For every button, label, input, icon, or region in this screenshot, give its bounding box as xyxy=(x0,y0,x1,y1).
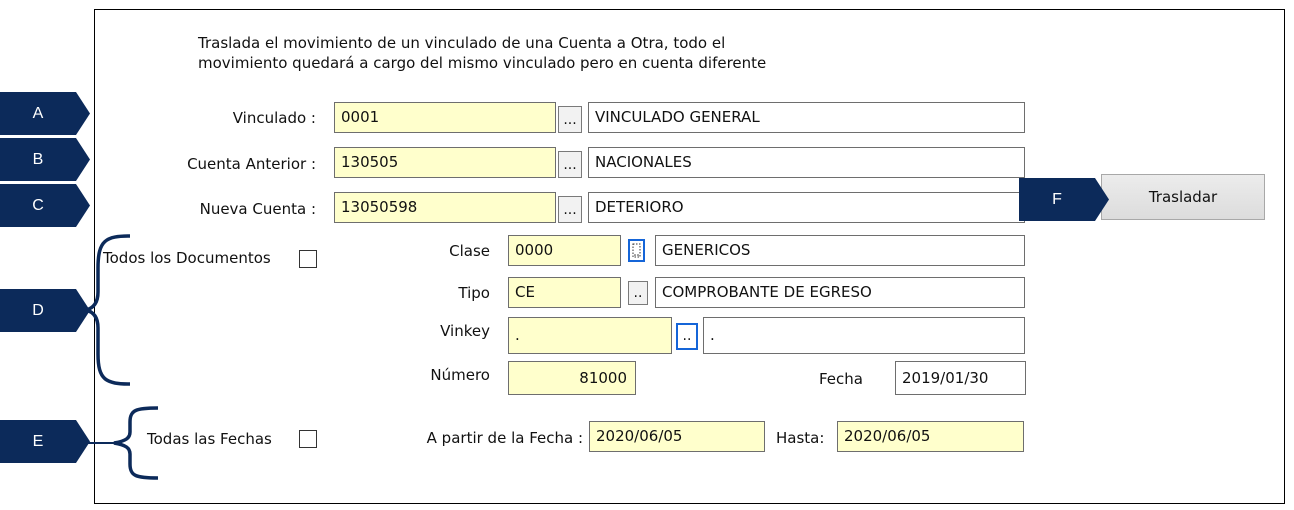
callout-tag-c: C xyxy=(0,184,90,227)
tipo-code-input[interactable]: CE xyxy=(508,277,621,308)
vinculado-code-input[interactable]: 0001 xyxy=(334,102,556,133)
callout-tag-d: D xyxy=(0,289,90,332)
numero-input[interactable]: 81000 xyxy=(508,361,636,395)
tipo-lookup-button[interactable]: .. xyxy=(628,281,648,305)
lookup-dots-icon xyxy=(632,243,641,258)
tipo-label: Tipo xyxy=(458,284,490,302)
clase-code-input[interactable]: 0000 xyxy=(508,235,621,266)
vinkey-lookup-button[interactable]: .. xyxy=(676,323,698,350)
fecha-label: Fecha xyxy=(819,370,863,388)
clase-name-field: GENERICOS xyxy=(655,235,1025,266)
fecha-field[interactable]: 2019/01/30 xyxy=(895,361,1026,395)
a-partir-fecha-label: A partir de la Fecha : xyxy=(426,429,583,447)
vinculado-label: Vinculado : xyxy=(232,109,316,127)
intro-text: Traslada el movimiento de un vinculado d… xyxy=(198,34,767,72)
vinkey-label: Vinkey xyxy=(440,322,490,340)
numero-label: Número xyxy=(430,366,490,384)
hasta-label: Hasta: xyxy=(776,429,825,447)
todas-fechas-checkbox[interactable] xyxy=(299,430,317,448)
callout-tag-b: B xyxy=(0,138,90,181)
callout-tag-e: E xyxy=(0,420,90,463)
vinculado-name-field: VINCULADO GENERAL xyxy=(588,102,1025,133)
clase-label: Clase xyxy=(449,242,490,260)
clase-lookup-button[interactable] xyxy=(628,239,645,262)
cuenta-anterior-lookup-button[interactable]: ... xyxy=(558,151,582,178)
cuenta-anterior-name-field: NACIONALES xyxy=(588,147,1025,178)
callout-tag-f: F xyxy=(1019,178,1109,221)
vinkey-name-field: . xyxy=(703,317,1025,354)
todos-documentos-checkbox[interactable] xyxy=(299,250,317,268)
cuenta-anterior-code-input[interactable]: 130505 xyxy=(334,147,556,178)
nueva-cuenta-code-input[interactable]: 13050598 xyxy=(334,192,556,223)
tipo-name-field: COMPROBANTE DE EGRESO xyxy=(655,277,1025,308)
brace-e-icon xyxy=(88,406,159,480)
brace-d-icon xyxy=(85,234,131,386)
vinkey-code-input[interactable]: . xyxy=(508,317,672,354)
nueva-cuenta-name-field: DETERIORO xyxy=(588,192,1025,223)
cuenta-anterior-label: Cuenta Anterior : xyxy=(187,155,316,173)
nueva-cuenta-lookup-button[interactable]: ... xyxy=(558,196,582,223)
hasta-input[interactable]: 2020/06/05 xyxy=(837,421,1024,452)
vinculado-lookup-button[interactable]: ... xyxy=(558,106,582,133)
callout-tag-a: A xyxy=(0,92,90,135)
nueva-cuenta-label: Nueva Cuenta : xyxy=(199,200,316,218)
a-partir-fecha-input[interactable]: 2020/06/05 xyxy=(589,421,765,452)
trasladar-button[interactable]: Trasladar xyxy=(1101,174,1265,220)
todas-fechas-label: Todas las Fechas xyxy=(147,430,272,448)
